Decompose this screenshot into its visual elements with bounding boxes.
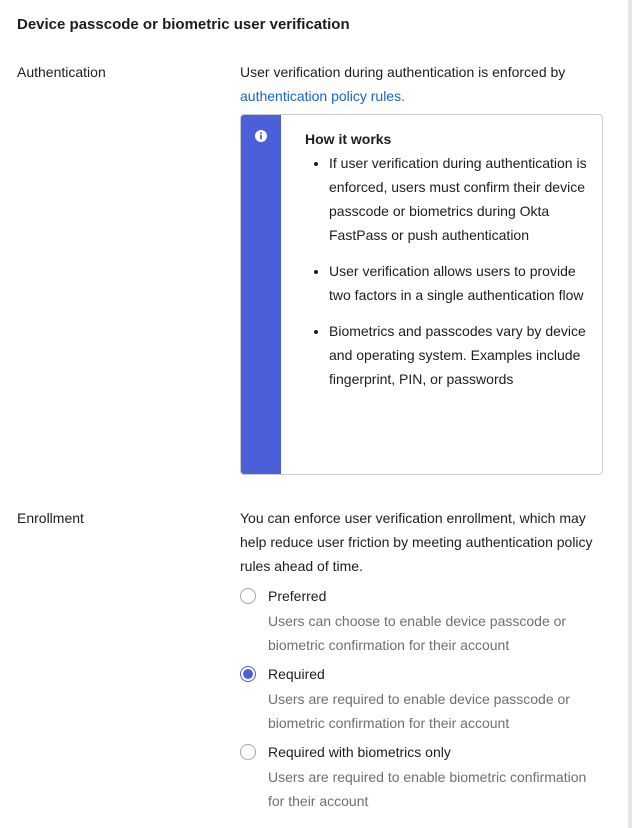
enrollment-description: You can enforce user verification enroll… bbox=[240, 510, 593, 574]
radio-label-required[interactable]: Required bbox=[268, 663, 325, 685]
callout-accent-bar bbox=[241, 115, 281, 474]
section-title: Device passcode or biometric user verifi… bbox=[17, 16, 350, 33]
radio-button-required-biometrics[interactable] bbox=[240, 744, 256, 760]
authentication-label: Authentication bbox=[17, 64, 106, 80]
radio-description-required: Users are required to enable device pass… bbox=[268, 691, 570, 731]
callout-title: How it works bbox=[305, 131, 392, 147]
authentication-text: User verification during authentication … bbox=[240, 64, 566, 80]
enrollment-label: Enrollment bbox=[17, 510, 84, 526]
panel-right-border bbox=[628, 0, 632, 828]
callout-list-item: If user verification during authenticati… bbox=[329, 151, 590, 247]
radio-button-preferred[interactable] bbox=[240, 588, 256, 604]
authentication-description: User verification during authentication … bbox=[240, 60, 605, 108]
radio-description-preferred: Users can choose to enable device passco… bbox=[268, 613, 567, 653]
callout-body: How it works If user verification during… bbox=[305, 127, 590, 391]
callout-list-item: User verification allows users to provid… bbox=[329, 259, 590, 307]
info-icon bbox=[255, 130, 267, 142]
radio-label-required-biometrics[interactable]: Required with biometrics only bbox=[268, 741, 451, 763]
callout-list: If user verification during authenticati… bbox=[305, 151, 590, 391]
radio-description-required-biometrics: Users are required to enable biometric c… bbox=[268, 769, 587, 809]
authentication-policy-rules-link[interactable]: authentication policy rules. bbox=[240, 88, 405, 104]
radio-button-required[interactable] bbox=[240, 666, 256, 682]
callout-list-item: Biometrics and passcodes vary by device … bbox=[329, 319, 590, 391]
radio-label-preferred[interactable]: Preferred bbox=[268, 585, 326, 607]
how-it-works-callout: How it works If user verification during… bbox=[240, 114, 603, 475]
